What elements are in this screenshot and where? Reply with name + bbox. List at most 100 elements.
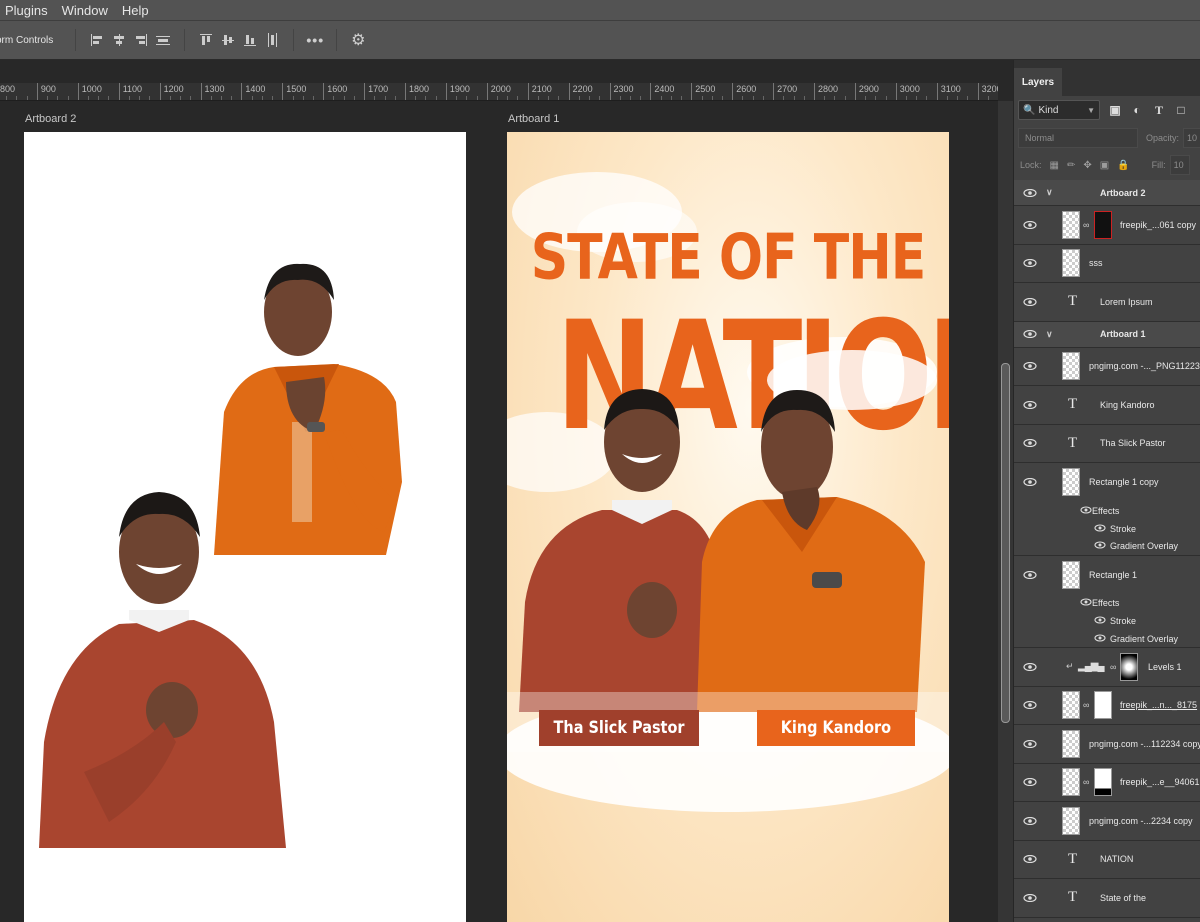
layer-row[interactable]: T State of the: [1014, 879, 1200, 918]
effects-row[interactable]: Effects: [1014, 594, 1200, 612]
lock-pixels-icon[interactable]: ▦: [1050, 160, 1059, 171]
transform-controls-label[interactable]: orm Controls: [0, 35, 53, 46]
layer-row[interactable]: T NATION: [1014, 841, 1200, 879]
more-options-icon[interactable]: •••: [304, 29, 326, 51]
link-icon[interactable]: ∞: [1083, 777, 1089, 787]
effect-gradient-row[interactable]: Gradient Overlay: [1014, 630, 1200, 648]
canvas-vertical-scrollbar[interactable]: [998, 101, 1013, 922]
type-filter-icon[interactable]: T: [1152, 103, 1166, 117]
align-bottom-icon[interactable]: [239, 29, 261, 51]
lock-brush-icon[interactable]: ✏: [1067, 160, 1075, 171]
menu-plugins[interactable]: Plugins: [0, 3, 53, 18]
eye-icon[interactable]: [1022, 360, 1038, 372]
distribute-horizontal-icon[interactable]: [152, 29, 174, 51]
align-middle-vertical-icon[interactable]: [217, 29, 239, 51]
effect-stroke-row[interactable]: Stroke: [1014, 520, 1200, 538]
layer-mask-thumbnail[interactable]: [1094, 768, 1112, 797]
opacity-label: Opacity:: [1146, 133, 1180, 143]
layer-mask-thumbnail[interactable]: [1094, 691, 1112, 720]
effects-row[interactable]: Effects: [1014, 502, 1200, 520]
link-icon[interactable]: ∞: [1110, 662, 1116, 672]
distribute-vertical-icon[interactable]: [261, 29, 283, 51]
lock-all-icon[interactable]: 🔒: [1117, 160, 1129, 171]
canvas-area[interactable]: 800 900 1000 1100 1200 1300 1400 1500 1600 1700 18…: [0, 60, 1013, 922]
eye-icon[interactable]: [1022, 569, 1038, 581]
eye-icon[interactable]: [1094, 616, 1106, 626]
menu-window[interactable]: Window: [57, 3, 113, 18]
chevron-down-icon[interactable]: ∨: [1046, 329, 1053, 340]
layer-row[interactable]: pngimg.com -..._PNG112234: [1014, 348, 1200, 386]
layer-row[interactable]: ∞ freepik_...n..._8175: [1014, 687, 1200, 725]
fill-field[interactable]: 10: [1169, 155, 1190, 175]
layer-row[interactable]: T King Kandoro: [1014, 386, 1200, 425]
lock-position-icon[interactable]: ✥: [1083, 160, 1091, 171]
layers-list: ∨ Artboard 2 ∞ freepik_...061 copy sss T…: [1014, 180, 1200, 918]
fill-label: Fill:: [1151, 160, 1166, 170]
eye-icon[interactable]: [1022, 296, 1038, 308]
eye-icon[interactable]: [1022, 219, 1038, 231]
eye-icon[interactable]: [1022, 476, 1038, 488]
chevron-down-icon[interactable]: ∨: [1046, 187, 1053, 198]
eye-icon[interactable]: [1022, 776, 1038, 788]
layer-row[interactable]: ∞ freepik_...061 copy: [1014, 206, 1200, 245]
eye-icon[interactable]: [1022, 257, 1038, 269]
ruler-minor-tick: [589, 96, 591, 100]
effect-stroke-row[interactable]: Stroke: [1014, 612, 1200, 630]
artboard-2-label[interactable]: Artboard 2: [25, 113, 76, 125]
layer-thumbnail: [1062, 806, 1080, 835]
layer-name: Artboard 2: [1100, 187, 1146, 198]
eye-icon[interactable]: [1094, 523, 1106, 534]
link-icon[interactable]: ∞: [1083, 700, 1089, 710]
eye-icon[interactable]: [1022, 437, 1038, 449]
layer-row[interactable]: Rectangle 1 copy: [1014, 463, 1200, 502]
eye-icon[interactable]: [1022, 661, 1038, 673]
eye-icon[interactable]: [1080, 505, 1092, 516]
layer-row[interactable]: T Lorem Ipsum: [1014, 283, 1200, 322]
eye-icon[interactable]: [1080, 598, 1092, 608]
eye-icon[interactable]: [1022, 815, 1038, 827]
kind-filter-select[interactable]: 🔍 Kind ▼: [1018, 100, 1100, 120]
shape-filter-icon[interactable]: □: [1174, 103, 1188, 117]
align-left-icon[interactable]: [86, 29, 108, 51]
eye-icon[interactable]: [1022, 699, 1038, 711]
effect-gradient-row[interactable]: Gradient Overlay: [1014, 538, 1200, 556]
layer-row[interactable]: ↵ ▂▄▆▄ ∞ Levels 1: [1014, 648, 1200, 687]
eye-icon[interactable]: [1022, 399, 1038, 411]
artboard-2[interactable]: [24, 132, 466, 922]
eye-icon[interactable]: [1022, 892, 1038, 904]
layer-group-artboard-1[interactable]: ∨ Artboard 1: [1014, 321, 1200, 348]
layer-mask-thumbnail[interactable]: [1094, 210, 1112, 239]
menu-help[interactable]: Help: [117, 3, 154, 18]
align-center-horizontal-icon[interactable]: [108, 29, 130, 51]
eye-icon[interactable]: [1094, 633, 1106, 644]
artboard-1-poster[interactable]: STATE OF THE NATION Tha Slick Pastor Kin…: [507, 132, 949, 922]
ruler-minor-tick: [578, 96, 580, 100]
artboard-1-label[interactable]: Artboard 1: [508, 113, 559, 125]
tab-layers[interactable]: Layers: [1014, 68, 1062, 96]
layer-row[interactable]: Rectangle 1: [1014, 556, 1200, 595]
layer-row[interactable]: pngimg.com -...2234 copy: [1014, 802, 1200, 841]
link-icon[interactable]: ∞: [1083, 220, 1089, 230]
layer-row[interactable]: sss: [1014, 245, 1200, 283]
layer-row[interactable]: ∞ freepik_...e__94061: [1014, 764, 1200, 802]
align-top-icon[interactable]: [195, 29, 217, 51]
blend-mode-select[interactable]: Normal: [1018, 128, 1138, 148]
image-filter-icon[interactable]: ▣: [1108, 103, 1122, 117]
gear-icon[interactable]: ⚙: [347, 29, 369, 51]
eye-icon[interactable]: [1022, 853, 1038, 865]
ruler-minor-tick: [967, 96, 969, 100]
scrollbar-thumb[interactable]: [1001, 363, 1010, 723]
opacity-field[interactable]: 10: [1183, 128, 1200, 148]
layer-row[interactable]: pngimg.com -...112234 copy: [1014, 725, 1200, 764]
align-right-icon[interactable]: [130, 29, 152, 51]
ruler-minor-tick: [57, 96, 59, 100]
eye-icon[interactable]: [1094, 541, 1106, 551]
eye-icon[interactable]: [1022, 738, 1038, 750]
eye-icon[interactable]: [1022, 187, 1038, 199]
lock-artboard-icon[interactable]: ▣: [1100, 160, 1109, 171]
layer-row[interactable]: T Tha Slick Pastor: [1014, 425, 1200, 463]
layer-mask-thumbnail[interactable]: [1120, 652, 1138, 681]
adjustment-filter-icon[interactable]: ◐: [1130, 103, 1144, 117]
eye-icon[interactable]: [1022, 328, 1038, 340]
layer-group-artboard-2[interactable]: ∨ Artboard 2: [1014, 180, 1200, 206]
